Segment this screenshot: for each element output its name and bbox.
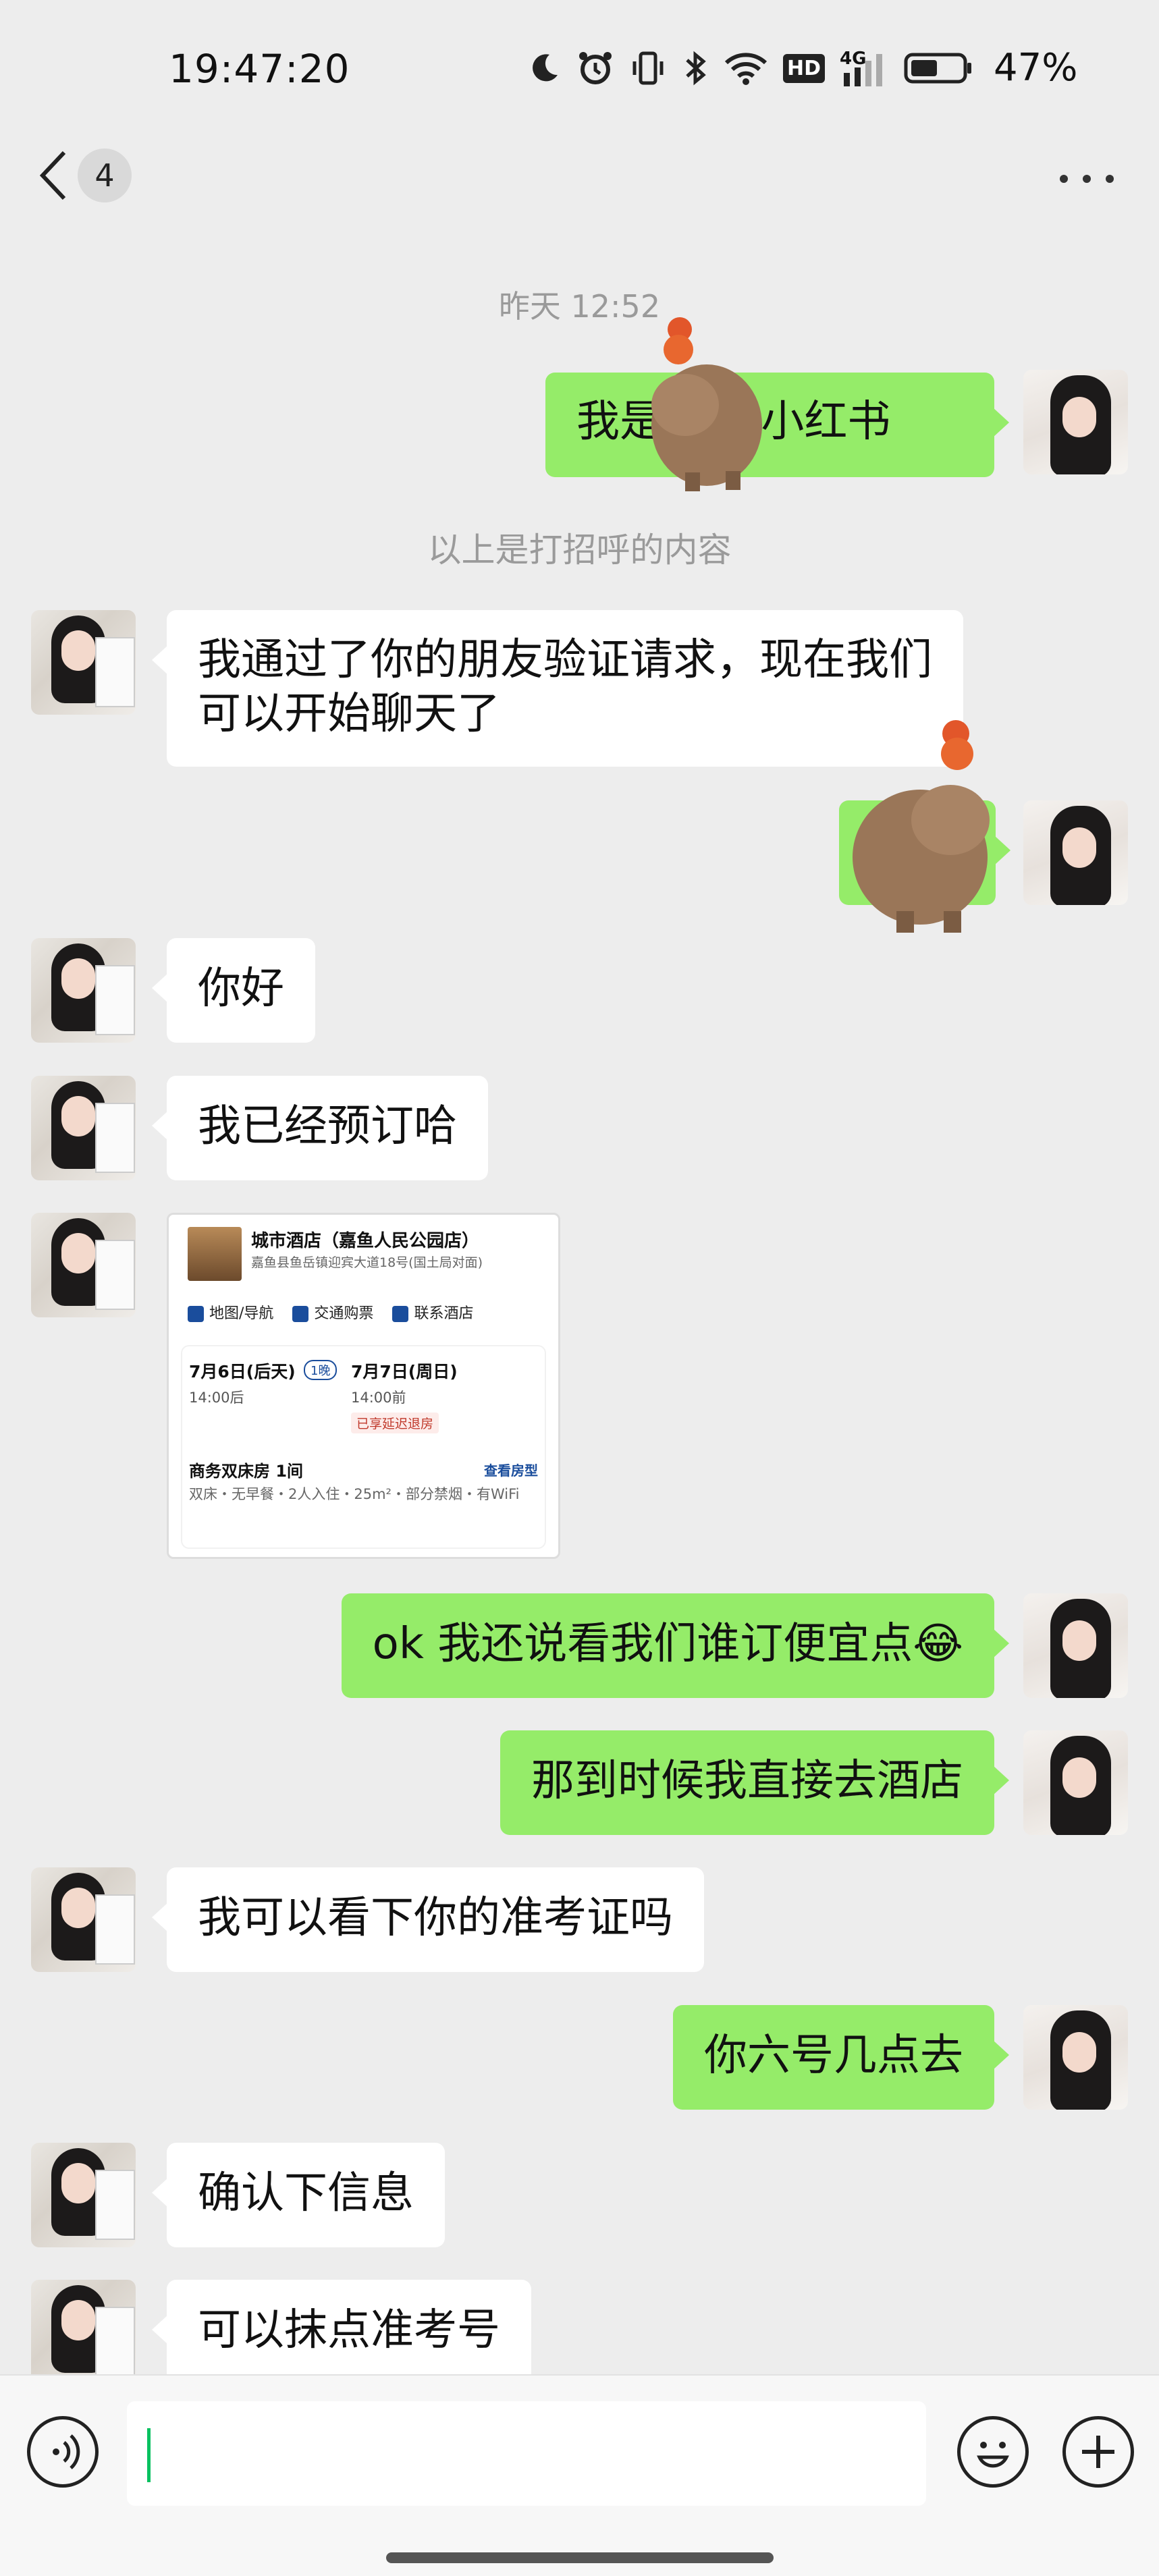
map-pin-icon (188, 1306, 204, 1322)
message-input[interactable] (127, 2401, 926, 2506)
alarm-icon (579, 52, 612, 84)
avatar-self[interactable] (1023, 370, 1128, 474)
battery-icon (904, 53, 972, 84)
room-description: 双床・无早餐・2人入住・25m²・部分禁烟・有WiFi (189, 1486, 520, 1502)
checkout-time: 14:00前 (351, 1390, 406, 1406)
chat-timestamp: 昨天 12:52 (498, 288, 661, 325)
capybara-sticker (651, 317, 762, 491)
back-button[interactable]: 4 (37, 148, 132, 202)
message-bubble-incoming[interactable]: 确认下信息 (152, 2143, 445, 2247)
bluetooth-icon (686, 51, 706, 86)
greeting-note: 以上是打招呼的内容 (427, 530, 732, 570)
avatar-contact[interactable] (31, 1867, 136, 1972)
message-bubble-incoming[interactable]: 我可以看下你的准考证吗 (152, 1867, 704, 1972)
avatar-self[interactable] (1023, 800, 1128, 905)
message-bubble-incoming[interactable]: 我已经预订哈 (152, 1076, 488, 1180)
unread-count-badge: 4 (78, 148, 132, 202)
checkin-time: 14:00后 (189, 1390, 244, 1406)
transport-ticket-link[interactable]: 交通购票 (292, 1301, 373, 1323)
more-features-button[interactable] (1062, 2416, 1134, 2488)
vibrate-icon (632, 51, 664, 85)
message-bubble-outgoing[interactable]: 你六号几点去 (673, 2005, 1009, 2110)
emoji-button[interactable] (957, 2416, 1029, 2488)
home-indicator[interactable] (386, 2552, 774, 2563)
emoji-icon (977, 2442, 1009, 2468)
avatar-contact[interactable] (31, 610, 136, 715)
avatar-self[interactable] (1023, 2005, 1128, 2110)
battery-percentage: 47% (994, 46, 1078, 90)
hotel-name: 城市酒店（嘉鱼人民公园店） (251, 1231, 480, 1251)
room-type: 商务双床房 1间 (189, 1462, 304, 1481)
avatar-contact[interactable] (31, 2143, 136, 2247)
voice-button[interactable] (27, 2416, 99, 2488)
hotel-thumbnail (188, 1227, 242, 1281)
more-button[interactable] (1060, 162, 1114, 196)
hotel-booking-card[interactable]: 城市酒店（嘉鱼人民公园店） 嘉鱼县鱼岳镇迎宾大道18号(国土局对面) 地图/导航… (167, 1213, 560, 1559)
avatar-contact[interactable] (31, 1076, 136, 1180)
view-room-link[interactable]: 查看房型 (484, 1460, 538, 1479)
checkin-date: 7月6日(后天) (189, 1362, 296, 1381)
text-cursor (147, 2428, 151, 2482)
late-checkout-badge: 已享延迟退房 (351, 1413, 439, 1433)
message-bubble-incoming[interactable]: 我通过了你的朋友验证请求，现在我们可以开始聊天了 (152, 610, 963, 767)
avatar-contact[interactable] (31, 2280, 136, 2384)
booking-details: 7月6日(后天) 1晚 7月7日(周日) 14:00后 14:00前 已享延迟退… (182, 1346, 545, 1547)
status-time: 19:47:20 (169, 46, 350, 92)
action-label: 交通购票 (314, 1305, 374, 1322)
more-icon (1060, 175, 1068, 183)
action-label: 地图/导航 (209, 1305, 274, 1322)
chat-input-bar (0, 2374, 1159, 2576)
message-bubble-outgoing[interactable]: 那到时候我直接去酒店 (500, 1730, 1009, 1835)
back-chevron-icon (39, 150, 66, 200)
capybara-sticker (853, 720, 990, 933)
message-bubble-incoming[interactable]: 可以抹点准考号 (152, 2280, 531, 2384)
avatar-self[interactable] (1023, 1730, 1128, 1835)
checkout-date: 7月7日(周日) (351, 1362, 458, 1381)
nights-badge: 1晚 (304, 1360, 338, 1380)
moon-icon (533, 54, 558, 82)
contact-hotel-link[interactable]: 联系酒店 (392, 1301, 473, 1323)
voice-icon (53, 2434, 80, 2469)
avatar-contact[interactable] (31, 1213, 136, 1317)
avatar-contact[interactable] (31, 938, 136, 1043)
message-bubble-outgoing[interactable]: ok 我还说看我们谁订便宜点😂 (341, 1593, 1010, 1698)
signal-indicator: 4G (840, 49, 888, 88)
hotel-address: 嘉鱼县鱼岳镇迎宾大道18号(国土局对面) (251, 1255, 483, 1270)
status-icons: HD 4G (527, 49, 973, 88)
message-bubble-incoming[interactable]: 你好 (152, 938, 315, 1043)
phone-icon (392, 1306, 409, 1322)
action-label: 联系酒店 (414, 1305, 474, 1322)
signal-icon (844, 54, 883, 86)
more-icon-dot (1106, 175, 1114, 183)
transport-icon (292, 1306, 309, 1322)
wifi-icon (724, 53, 767, 85)
map-navigation-link[interactable]: 地图/导航 (188, 1301, 273, 1323)
plus-icon (1082, 2436, 1114, 2468)
hd-badge: HD (783, 53, 826, 83)
avatar-self[interactable] (1023, 1593, 1128, 1698)
more-icon-dot (1083, 175, 1091, 183)
hotel-actions: 地图/导航 交通购票 联系酒店 (188, 1301, 473, 1323)
